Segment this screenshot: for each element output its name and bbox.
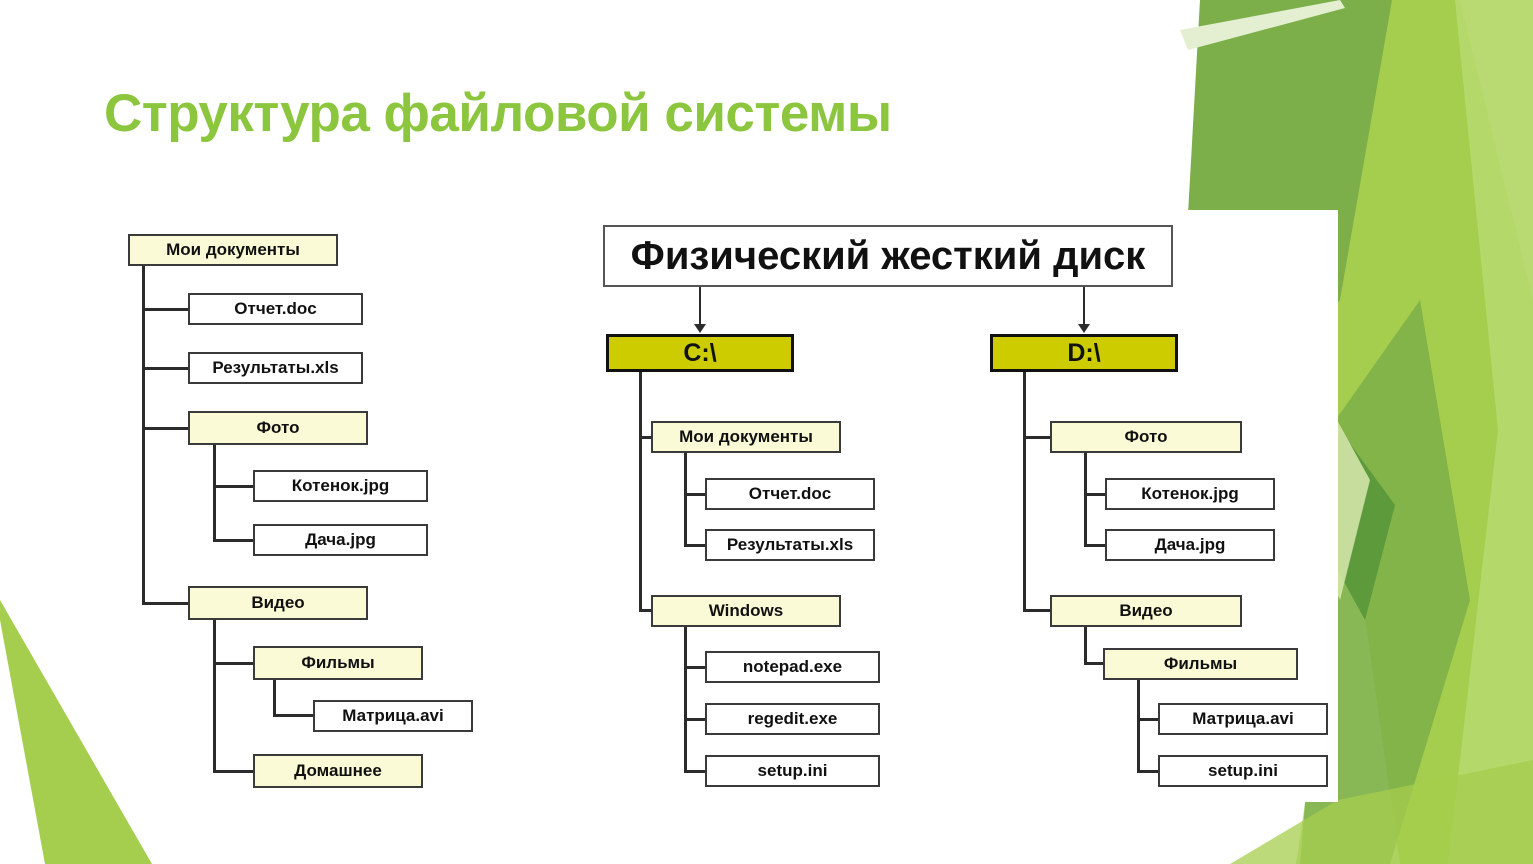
- right-tree-node-label: regedit.exe: [747, 709, 838, 728]
- right-tree-node-label: Мои документы: [679, 427, 813, 446]
- connector-stub-d-video: [1023, 609, 1052, 612]
- left-tree-node-l-root: Мои документы: [128, 234, 338, 266]
- left-tree-node-label: Фото: [256, 418, 300, 437]
- right-tree-node-label: setup.ini: [757, 761, 828, 780]
- connector-trunk-c-windows: [684, 627, 687, 772]
- connector-stub-domashnee: [213, 770, 255, 773]
- right-tree-node-r-cotch: Отчет.doc: [705, 478, 875, 510]
- connector-stub-c-otchet: [684, 493, 707, 496]
- right-tree-node-r-ddach: Дача.jpg: [1105, 529, 1275, 561]
- connector-stub-dacha: [213, 539, 255, 542]
- right-tree-node-label: Результаты.xls: [726, 535, 854, 554]
- left-tree-node-l-kotenok: Котенок.jpg: [253, 470, 428, 502]
- right-tree-node-label: Физический жесткий диск: [630, 233, 1146, 278]
- page-title: Структура файловой системы: [104, 84, 892, 143]
- right-tree-node-label: Фильмы: [1163, 654, 1238, 673]
- right-tree-node-label: setup.ini: [1208, 761, 1278, 780]
- right-tree-node-r-dkot: Котенок.jpg: [1105, 478, 1275, 510]
- right-tree-node-r-cmydoc: Мои документы: [651, 421, 841, 453]
- right-tree-node-label: Видео: [1119, 601, 1173, 620]
- connector-stub-c-regedit: [684, 718, 707, 721]
- right-tree-node-label: Отчет.doc: [748, 484, 832, 503]
- right-tree-node-r-disk: Физический жесткий диск: [603, 225, 1173, 287]
- connector-stub-d-setup: [1137, 770, 1160, 773]
- left-tree-node-label: Котенок.jpg: [291, 476, 390, 495]
- arrow-head-to-d: [1078, 324, 1090, 333]
- right-tree-node-r-creg: regedit.exe: [705, 703, 880, 735]
- connector-stub-c-rezultaty: [684, 544, 707, 547]
- connector-trunk-c-mydocs: [684, 453, 687, 547]
- left-tree-node-l-dacha: Дача.jpg: [253, 524, 428, 556]
- connector-trunk-d-video: [1084, 627, 1087, 665]
- connector-stub-filmy: [213, 662, 255, 665]
- left-tree-node-l-filmy: Фильмы: [253, 646, 423, 680]
- right-tree-node-label: notepad.exe: [742, 657, 843, 676]
- connector-stub-matrica: [273, 714, 315, 717]
- right-tree-node-r-cset: setup.ini: [705, 755, 880, 787]
- right-tree-node-label: D:\: [1067, 338, 1101, 367]
- right-tree-node-r-dvid: Видео: [1050, 595, 1242, 627]
- left-tree-node-label: Фильмы: [301, 653, 375, 672]
- left-tree-node-label: Мои документы: [166, 240, 300, 259]
- slide-canvas: Структура файловой системы Мои документы…: [0, 0, 1533, 864]
- right-tree-node-r-cwin: Windows: [651, 595, 841, 627]
- connector-stub-d-foto: [1023, 436, 1052, 439]
- connector-stub-d-dacha: [1084, 544, 1107, 547]
- connector-stub-c-notepad: [684, 666, 707, 669]
- connector-trunk-d-filmy: [1137, 680, 1140, 772]
- connector-stub-video: [142, 602, 190, 605]
- left-tree-node-l-foto: Фото: [188, 411, 368, 445]
- connector-stub-rezultaty: [142, 367, 190, 370]
- left-tree-node-l-domashnee: Домашнее: [253, 754, 423, 788]
- left-tree-node-l-video: Видео: [188, 586, 368, 620]
- left-tree-node-label: Видео: [251, 593, 305, 612]
- right-tree-node-label: Матрица.avi: [1192, 709, 1294, 728]
- right-tree-node-r-dfoto: Фото: [1050, 421, 1242, 453]
- right-tree-node-r-cnote: notepad.exe: [705, 651, 880, 683]
- connector-stub-d-matrica: [1137, 718, 1160, 721]
- connector-stub-d-filmy: [1084, 662, 1105, 665]
- connector-trunk-d-drive: [1023, 372, 1026, 612]
- right-tree-node-r-dset: setup.ini: [1158, 755, 1328, 787]
- arrow-line-to-d: [1083, 287, 1085, 325]
- arrow-head-to-c: [694, 324, 706, 333]
- connector-stub-c-setup: [684, 770, 707, 773]
- decor-shape-right-light: [1330, 0, 1533, 864]
- right-tree-node-label: Фото: [1124, 427, 1168, 446]
- connector-stub-d-kotenok: [1084, 493, 1107, 496]
- left-tree-node-l-otchet: Отчет.doc: [188, 293, 363, 325]
- connector-stub-otchet: [142, 308, 190, 311]
- connector-trunk-video: [213, 620, 216, 772]
- left-tree-node-label: Отчет.doc: [234, 299, 317, 318]
- connector-stub-kotenok: [213, 485, 255, 488]
- connector-stub-foto: [142, 427, 190, 430]
- right-tree-node-label: Дача.jpg: [1154, 535, 1226, 554]
- connector-trunk-filmy: [273, 680, 276, 716]
- connector-trunk-c-drive: [639, 372, 642, 612]
- arrow-line-to-c: [699, 287, 701, 325]
- right-tree-node-r-d: D:\: [990, 334, 1178, 372]
- right-tree-node-r-c: C:\: [606, 334, 794, 372]
- connector-trunk-root: [142, 266, 145, 603]
- left-tree-node-label: Домашнее: [294, 761, 382, 780]
- right-tree-node-label: Windows: [708, 601, 784, 620]
- right-tree-node-label: C:\: [683, 338, 717, 367]
- right-tree-node-r-dfilm: Фильмы: [1103, 648, 1298, 680]
- decor-shape-right-lightest: [1448, 0, 1533, 864]
- right-tree-node-label: Котенок.jpg: [1141, 484, 1239, 503]
- decor-shape-thin-line: [1180, 0, 1345, 50]
- left-tree-node-l-rezult: Результаты.xls: [188, 352, 363, 384]
- decor-shape-bottom-left: [0, 600, 152, 864]
- right-tree-node-r-dmatr: Матрица.avi: [1158, 703, 1328, 735]
- right-tree-node-r-crez: Результаты.xls: [705, 529, 875, 561]
- left-tree-node-label: Результаты.xls: [212, 358, 339, 377]
- connector-trunk-d-foto: [1084, 453, 1087, 547]
- left-tree-node-l-matrica: Матрица.avi: [313, 700, 473, 732]
- left-tree-node-label: Дача.jpg: [305, 530, 376, 549]
- connector-trunk-foto: [213, 445, 216, 541]
- left-tree-node-label: Матрица.avi: [342, 706, 444, 725]
